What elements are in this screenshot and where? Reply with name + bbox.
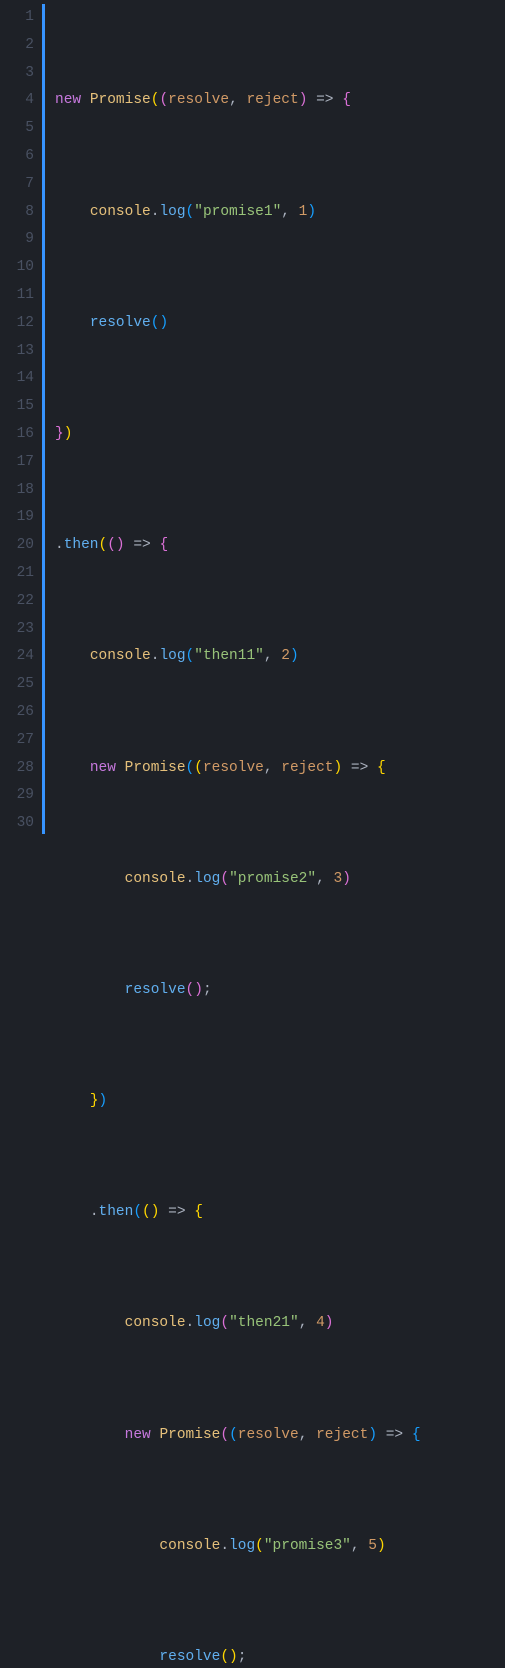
code-line[interactable]: }) [55, 421, 421, 449]
line-number: 4 [6, 87, 34, 115]
code-line[interactable]: .then(() => { [55, 1199, 421, 1227]
line-number: 21 [6, 560, 34, 588]
line-number: 8 [6, 199, 34, 227]
code-editor[interactable]: 1 2 3 4 5 6 7 8 9 10 11 12 13 14 15 16 1… [0, 0, 505, 834]
line-number: 13 [6, 338, 34, 366]
line-number: 26 [6, 699, 34, 727]
line-number: 24 [6, 643, 34, 671]
line-number: 1 [6, 4, 34, 32]
line-number: 17 [6, 449, 34, 477]
code-line[interactable]: new Promise((resolve, reject) => { [55, 87, 421, 115]
line-number: 19 [6, 504, 34, 532]
code-line[interactable]: console.log("promise2", 3) [55, 866, 421, 894]
object-console: console [90, 199, 151, 227]
line-number: 12 [6, 310, 34, 338]
line-number: 9 [6, 226, 34, 254]
string-literal: "then11" [194, 643, 264, 671]
keyword-new: new [55, 87, 81, 115]
line-number-gutter: 1 2 3 4 5 6 7 8 9 10 11 12 13 14 15 16 1… [0, 0, 42, 834]
code-line[interactable]: new Promise((resolve, reject) => { [55, 1422, 421, 1450]
line-number: 7 [6, 171, 34, 199]
param-resolve: resolve [168, 87, 229, 115]
number-literal: 1 [299, 199, 308, 227]
code-line[interactable]: console.log("promise3", 5) [55, 1533, 421, 1561]
line-number: 28 [6, 755, 34, 783]
code-line[interactable]: .then(() => { [55, 532, 421, 560]
code-line[interactable]: console.log("then21", 4) [55, 1310, 421, 1338]
line-number: 18 [6, 477, 34, 505]
string-literal: "promise1" [194, 199, 281, 227]
string-literal: "promise2" [229, 866, 316, 894]
string-literal: "then21" [229, 1310, 299, 1338]
string-literal: "promise3" [264, 1533, 351, 1561]
code-line[interactable]: resolve(); [55, 1644, 421, 1668]
class-promise: Promise [90, 87, 151, 115]
line-number: 2 [6, 32, 34, 60]
code-line[interactable]: resolve(); [55, 977, 421, 1005]
line-number: 16 [6, 421, 34, 449]
line-number: 11 [6, 282, 34, 310]
line-number: 23 [6, 616, 34, 644]
method-log: log [159, 199, 185, 227]
line-number: 27 [6, 727, 34, 755]
param-reject: reject [246, 87, 298, 115]
code-line[interactable]: console.log("then11", 2) [55, 643, 421, 671]
line-number: 10 [6, 254, 34, 282]
call-resolve: resolve [90, 310, 151, 338]
line-number: 15 [6, 393, 34, 421]
line-number: 6 [6, 143, 34, 171]
code-line[interactable]: resolve() [55, 310, 421, 338]
code-line[interactable]: }) [55, 1088, 421, 1116]
line-number: 14 [6, 365, 34, 393]
line-number: 22 [6, 588, 34, 616]
code-area[interactable]: new Promise((resolve, reject) => { conso… [45, 0, 421, 834]
code-line[interactable]: console.log("promise1", 1) [55, 199, 421, 227]
line-number: 29 [6, 782, 34, 810]
line-number: 20 [6, 532, 34, 560]
code-line[interactable]: new Promise((resolve, reject) => { [55, 755, 421, 783]
method-then: then [64, 532, 99, 560]
line-number: 5 [6, 115, 34, 143]
line-number: 3 [6, 60, 34, 88]
line-number: 25 [6, 671, 34, 699]
